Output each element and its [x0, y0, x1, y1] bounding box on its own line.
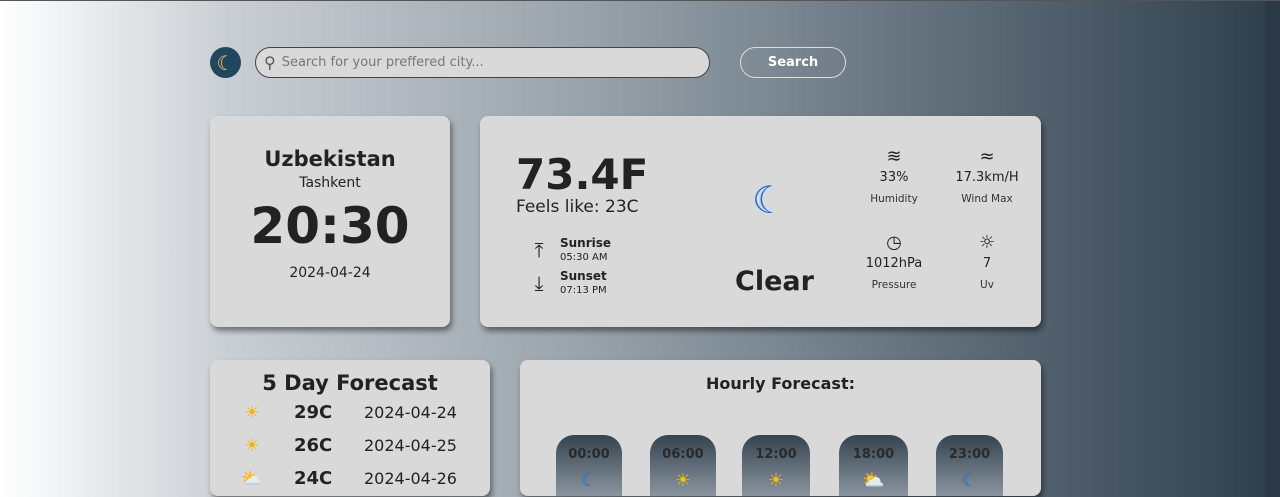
pressure-icon: ◷ — [886, 232, 902, 253]
uv-icon: ☼ — [978, 232, 996, 253]
moon-icon: ☾ — [752, 178, 787, 222]
forecast-title: 5 Day Forecast — [262, 371, 438, 395]
search-bar[interactable]: ⚲ — [255, 47, 710, 78]
local-date: 2024-04-24 — [289, 265, 371, 281]
hour-time: 23:00 — [948, 447, 991, 462]
search-input[interactable] — [281, 55, 682, 70]
sun-icon: ☀ — [244, 435, 260, 456]
wind-icon: ≈ — [979, 146, 995, 167]
partly-cloudy-icon: ⛅ — [862, 470, 885, 491]
forecast-date: 2024-04-25 — [364, 436, 457, 455]
hour-card: 00:00 ☾ — [556, 435, 622, 496]
forecast-temp: 24C — [294, 468, 333, 489]
search-icon: ⚲ — [264, 53, 276, 72]
hour-card: 18:00 ⛅ — [839, 435, 908, 496]
wind-label: Wind Max — [961, 193, 1013, 205]
pressure-value: 1012hPa — [865, 256, 923, 271]
forecast-temp: 26C — [294, 435, 333, 456]
forecast-date: 2024-04-24 — [364, 403, 457, 422]
moon-icon: ☾ — [961, 470, 978, 491]
hour-card: 06:00 ☀ — [650, 435, 716, 496]
country: Uzbekistan — [264, 147, 396, 171]
humidity-value: 33% — [879, 170, 909, 185]
hour-time: 12:00 — [755, 447, 797, 462]
uv-label: Uv — [980, 279, 994, 291]
sunrise-label: Sunrise — [560, 236, 612, 250]
moon-icon: ☾ — [580, 470, 598, 491]
hour-time: 06:00 — [662, 447, 704, 462]
local-time: 20:30 — [250, 197, 410, 255]
scrollbar[interactable] — [1265, 1, 1280, 497]
sunset-time: 07:13 PM — [560, 285, 607, 296]
forecast-date: 2024-04-26 — [364, 469, 457, 488]
hour-time: 18:00 — [852, 447, 895, 462]
sunrise: ⤒ Sunrise 05:30 AM — [526, 236, 611, 263]
hourly-title: Hourly Forecast: — [705, 374, 855, 393]
temperature: 73.4F — [516, 150, 649, 199]
current-weather-card: 73.4F Feels like: 23C ⤒ Sunrise 05:30 AM … — [480, 116, 1041, 327]
sunset: ⤓ Sunset 07:13 PM — [526, 269, 607, 296]
sun-icon: ☀ — [767, 470, 785, 491]
sunrise-icon: ⤒ — [534, 237, 544, 262]
pressure-stat: ◷ 1012hPa Pressure — [849, 232, 939, 291]
five-day-forecast-card: 5 Day Forecast ☀ 29C 2024-04-24 ☀ 26C 2024-0… — [210, 360, 490, 496]
humidity-label: Humidity — [870, 193, 918, 205]
sun-icon: ☀ — [674, 470, 692, 491]
pressure-label: Pressure — [871, 279, 917, 291]
wind-stat: ≈17.3km/H Wind Max — [942, 146, 1032, 205]
condition: Clear — [735, 266, 814, 297]
forecast-row: ☀ 29C 2024-04-24 — [210, 396, 490, 429]
search-button[interactable]: Search — [740, 47, 846, 78]
hour-card: 12:00 ☀ — [742, 435, 810, 496]
sunset-icon: ⤓ — [534, 270, 544, 295]
uv-value: 7 — [982, 256, 992, 271]
city: Tashkent — [299, 175, 361, 191]
hourly-forecast-card: Hourly Forecast: 00:00 ☾ 06:00 ☀ 12:00 ☀ 18… — [520, 360, 1041, 496]
location-card: Uzbekistan Tashkent 20:30 2024-04-24 — [210, 116, 450, 327]
partly-cloudy-icon: ⛅ — [241, 468, 263, 489]
forecast-row: ☀ 26C 2024-04-25 — [210, 429, 490, 462]
forecast-row: ⛅ 24C 2024-04-26 — [210, 462, 490, 495]
sunrise-time: 05:30 AM — [560, 252, 608, 263]
uv-stat: ☼ 7 Uv — [942, 232, 1032, 291]
logo-moon-icon: ☾ — [210, 47, 241, 78]
sun-icon: ☀ — [244, 402, 260, 423]
humidity-stat: ≋ 33% Humidity — [849, 146, 939, 205]
feels-like: Feels like: 23C — [516, 197, 639, 217]
forecast-temp: 29C — [294, 402, 333, 423]
wind-value: 17.3km/H — [955, 170, 1019, 185]
humidity-icon: ≋ — [886, 146, 902, 167]
hour-time: 00:00 — [568, 447, 610, 462]
sunset-label: Sunset — [560, 269, 607, 283]
hour-card: 23:00 ☾ — [936, 435, 1003, 496]
